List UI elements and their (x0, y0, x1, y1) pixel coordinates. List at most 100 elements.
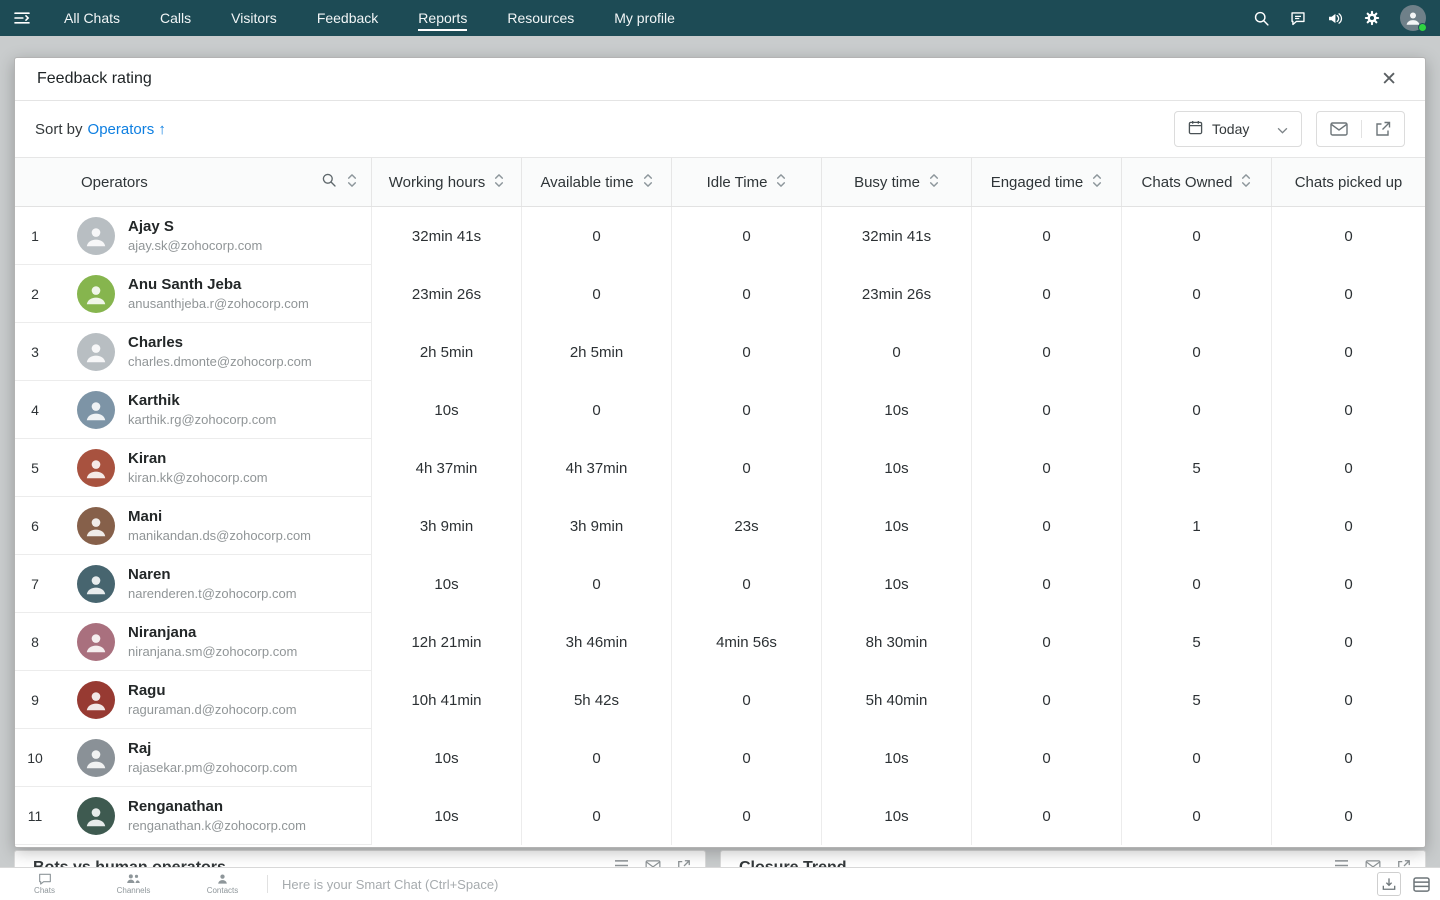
date-filter-dropdown[interactable]: Today (1174, 111, 1302, 147)
chat-icon[interactable] (1289, 10, 1307, 27)
table-row[interactable]: 7 Naren narenderen.t@zohocorp.com 10s 0 0 1… (15, 555, 1425, 613)
metric-value: 0 (671, 729, 821, 787)
operator-cell[interactable]: Naren narenderen.t@zohocorp.com (55, 555, 371, 613)
metric-value: 5 (1121, 439, 1271, 497)
column-header[interactable]: Chats picked up (1271, 158, 1425, 206)
metric-value: 0 (671, 381, 821, 439)
operator-email: charles.dmonte@zohocorp.com (128, 354, 312, 369)
user-avatar[interactable] (1400, 5, 1427, 32)
sort-icon[interactable] (776, 173, 786, 192)
nav-feedback[interactable]: Feedback (297, 0, 398, 36)
date-filter-value: Today (1212, 121, 1250, 137)
table-row[interactable]: 6 Mani manikandan.ds@zohocorp.com 3h 9mi… (15, 497, 1425, 555)
table-row[interactable]: 2 Anu Santh Jeba anusanthjeba.r@zohocorp… (15, 265, 1425, 323)
export-actions (1316, 111, 1405, 147)
operator-cell[interactable]: Renganathan renganathan.k@zohocorp.com (55, 787, 371, 845)
sort-icon[interactable] (1092, 173, 1102, 192)
column-header[interactable]: Available time (521, 158, 671, 206)
sort-icon[interactable] (494, 173, 504, 192)
sort-by: Sort by Operators ↑ (35, 121, 166, 138)
metric-value: 0 (1271, 207, 1425, 265)
avatar (77, 622, 115, 661)
column-header[interactable]: Working hours (371, 158, 521, 206)
operator-cell[interactable]: Mani manikandan.ds@zohocorp.com (55, 497, 371, 555)
sort-by-operators-link[interactable]: Operators ↑ (88, 121, 166, 138)
metric-value: 0 (1121, 787, 1271, 845)
sort-ascending-arrow: ↑ (158, 120, 166, 138)
nav-visitors[interactable]: Visitors (211, 0, 297, 36)
operator-name: Charles (128, 334, 184, 351)
metric-value: 10s (821, 439, 971, 497)
metric-value: 2h 5min (371, 323, 521, 381)
nav-reports[interactable]: Reports (398, 0, 487, 36)
avatar (77, 680, 115, 719)
announcement-icon[interactable] (1326, 10, 1344, 27)
email-report-icon[interactable] (1317, 112, 1361, 146)
sort-icon[interactable] (1241, 173, 1251, 192)
operator-cell[interactable]: Karthik karthik.rg@zohocorp.com (55, 381, 371, 439)
smart-chat-input[interactable]: Here is your Smart Chat (Ctrl+Space) (282, 877, 498, 892)
sort-icon[interactable] (643, 173, 653, 192)
column-search-icon[interactable] (321, 172, 337, 192)
sort-icon[interactable] (929, 173, 939, 192)
column-header[interactable]: Busy time (821, 158, 971, 206)
nav-my-profile[interactable]: My profile (594, 0, 695, 36)
nav-calls[interactable]: Calls (140, 0, 211, 36)
operator-cell[interactable]: Ragu raguraman.d@zohocorp.com (55, 671, 371, 729)
import-tray-icon[interactable] (1377, 872, 1401, 896)
metric-value: 23min 26s (371, 265, 521, 323)
header-operators[interactable]: Operators (55, 158, 371, 206)
calendar-icon (1188, 120, 1203, 138)
column-header[interactable]: Chats Owned (1121, 158, 1271, 206)
column-header[interactable]: Engaged time (971, 158, 1121, 206)
column-header[interactable]: Idle Time (671, 158, 821, 206)
chevron-down-icon (1277, 121, 1288, 137)
metric-value: 0 (971, 613, 1121, 671)
table-row[interactable]: 3 Charles charles.dmonte@zohocorp.com 2h… (15, 323, 1425, 381)
metric-value: 8h 30min (821, 613, 971, 671)
search-icon[interactable] (1253, 10, 1270, 27)
table-row[interactable]: 9 Ragu raguraman.d@zohocorp.com 10h 41mi… (15, 671, 1425, 729)
row-index: 9 (15, 671, 55, 729)
table-row[interactable]: 1 Ajay S ajay.sk@zohocorp.com 32min 41s 0… (15, 207, 1425, 265)
bottombar-channels[interactable]: Channels (89, 868, 178, 900)
metric-value: 0 (971, 671, 1121, 729)
table-row[interactable]: 4 Karthik karthik.rg@zohocorp.com 10s 0 0 1… (15, 381, 1425, 439)
metric-value: 0 (1121, 323, 1271, 381)
metric-value: 32min 41s (371, 207, 521, 265)
metric-value: 4min 56s (671, 613, 821, 671)
close-icon[interactable]: ✕ (1375, 66, 1403, 93)
metric-value: 0 (1121, 729, 1271, 787)
operator-cell[interactable]: Ajay S ajay.sk@zohocorp.com (55, 207, 371, 265)
nav-all-chats[interactable]: All Chats (44, 0, 140, 36)
metric-value: 4h 37min (371, 439, 521, 497)
operator-cell[interactable]: Charles charles.dmonte@zohocorp.com (55, 323, 371, 381)
metric-value: 0 (971, 497, 1121, 555)
table-row[interactable]: 5 Kiran kiran.kk@zohocorp.com 4h 37min 4h… (15, 439, 1425, 497)
online-status-dot (1418, 23, 1427, 32)
operator-cell[interactable]: Raj rajasekar.pm@zohocorp.com (55, 729, 371, 787)
panel-list-icon[interactable] (1413, 876, 1430, 892)
table-row[interactable]: 11 Renganathan renganathan.k@zohocorp.co… (15, 787, 1425, 845)
nav-resources[interactable]: Resources (487, 0, 594, 36)
avatar (77, 390, 115, 429)
settings-gear-icon[interactable] (1363, 9, 1381, 27)
operator-cell[interactable]: Niranjana niranjana.sm@zohocorp.com (55, 613, 371, 671)
operator-cell[interactable]: Anu Santh Jeba anusanthjeba.r@zohocorp.c… (55, 265, 371, 323)
avatar (77, 506, 115, 545)
open-external-icon[interactable] (1362, 112, 1404, 146)
bottom-bar: Chats Channels Contacts Here is your Sma… (0, 867, 1440, 900)
operator-cell[interactable]: Kiran kiran.kk@zohocorp.com (55, 439, 371, 497)
metric-value: 0 (1271, 671, 1425, 729)
table-row[interactable]: 10 Raj rajasekar.pm@zohocorp.com 10s 0 0 10… (15, 729, 1425, 787)
avatar (77, 216, 115, 255)
row-index: 1 (15, 207, 55, 265)
table-row[interactable]: 8 Niranjana niranjana.sm@zohocorp.com 12… (15, 613, 1425, 671)
operator-email: renganathan.k@zohocorp.com (128, 818, 306, 833)
bottombar-chats[interactable]: Chats (0, 868, 89, 900)
bottombar-contacts[interactable]: Contacts (178, 868, 267, 900)
operator-email: raguraman.d@zohocorp.com (128, 702, 297, 717)
metric-value: 0 (1271, 439, 1425, 497)
menu-toggle-icon[interactable] (0, 11, 44, 25)
sort-icon[interactable] (347, 173, 357, 192)
